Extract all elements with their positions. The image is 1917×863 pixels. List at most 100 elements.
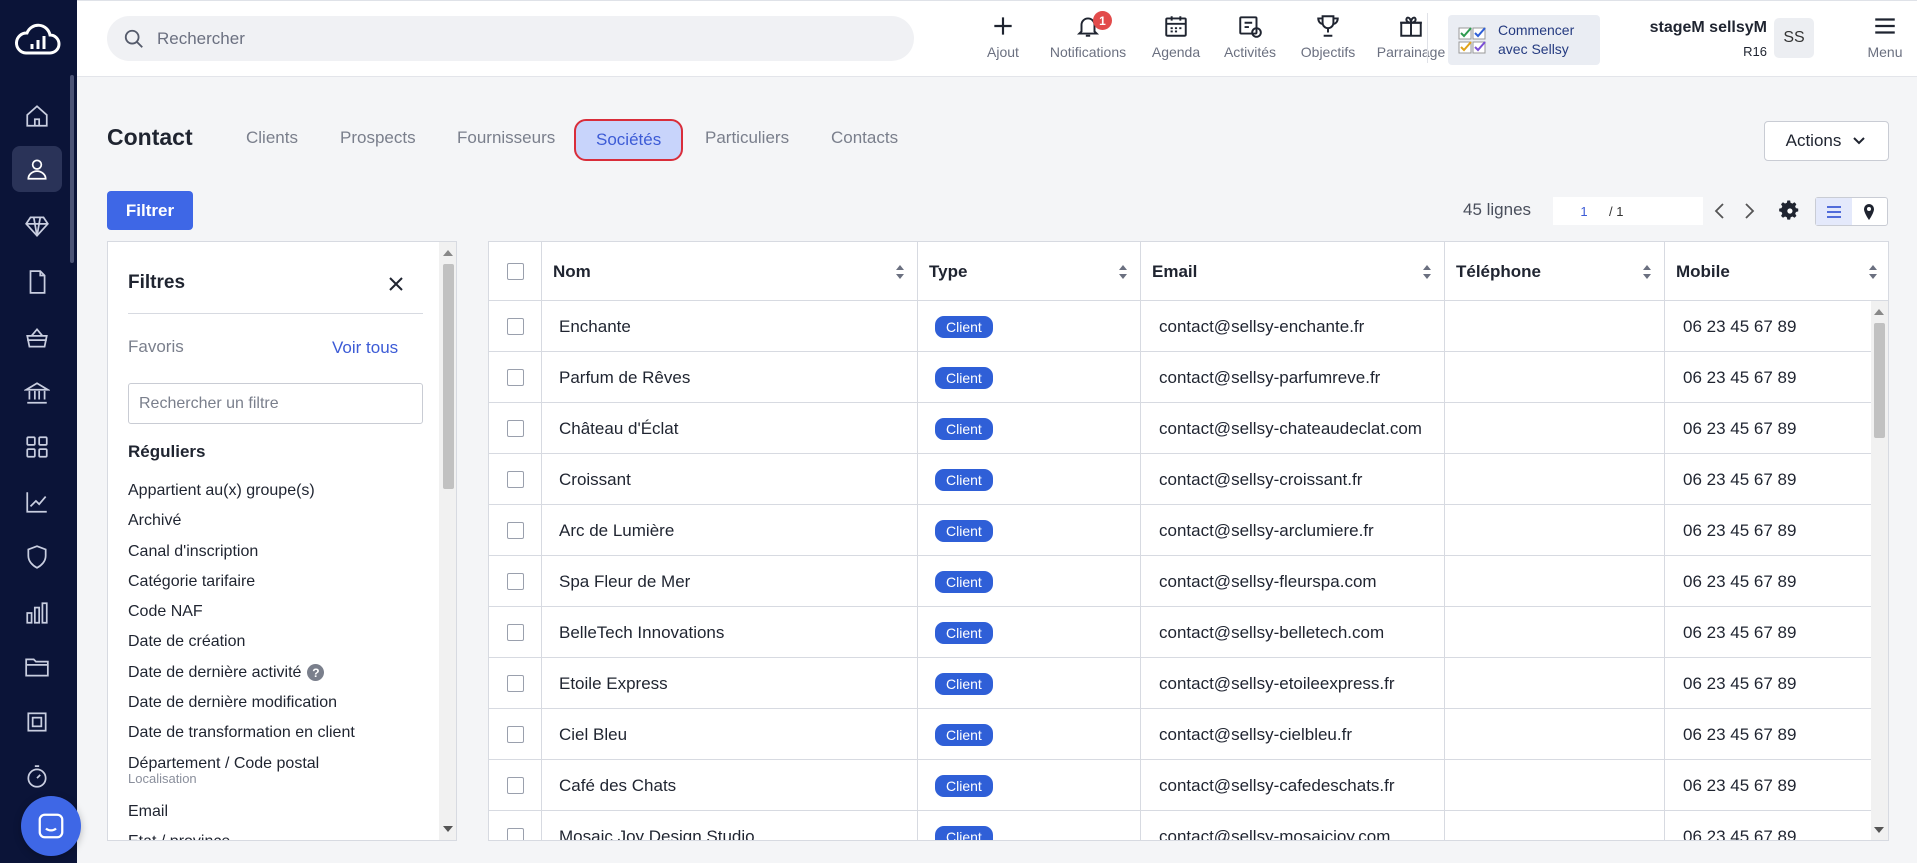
- mobile-value[interactable]: 06 23 45 67 89: [1683, 827, 1796, 841]
- sidebar-bank-icon[interactable]: [12, 370, 62, 416]
- company-name[interactable]: Ciel Bleu: [559, 725, 627, 745]
- cell-email[interactable]: contact@sellsy-chateaudeclat.com: [1141, 403, 1445, 454]
- filter-item[interactable]: Catégorie tarifaire: [128, 569, 428, 599]
- company-name[interactable]: Enchante: [559, 317, 631, 337]
- company-name[interactable]: BelleTech Innovations: [559, 623, 724, 643]
- cell-nom[interactable]: Ciel Bleu: [542, 709, 918, 760]
- referral-button[interactable]: Parrainage: [1366, 13, 1456, 60]
- filter-button[interactable]: Filtrer: [107, 191, 193, 230]
- see-all-link[interactable]: Voir tous: [332, 338, 398, 358]
- chat-support-button[interactable]: [21, 796, 81, 856]
- email-value[interactable]: contact@sellsy-cielbleu.fr: [1159, 725, 1352, 745]
- company-name[interactable]: Arc de Lumière: [559, 521, 674, 541]
- cell-email[interactable]: contact@sellsy-etoileexpress.fr: [1141, 658, 1445, 709]
- cell-mobile[interactable]: 06 23 45 67 89: [1665, 454, 1873, 505]
- filters-scrollbar[interactable]: [439, 242, 456, 840]
- sidebar-bar-chart-icon[interactable]: [12, 590, 62, 636]
- email-value[interactable]: contact@sellsy-chateaudeclat.com: [1159, 419, 1422, 439]
- sort-icon[interactable]: [1642, 264, 1652, 280]
- column-header-telephone[interactable]: Téléphone: [1445, 242, 1665, 301]
- cell-nom[interactable]: Arc de Lumière: [542, 505, 918, 556]
- search-input[interactable]: [157, 28, 857, 49]
- tab-prospects[interactable]: Prospects: [340, 128, 416, 148]
- mobile-value[interactable]: 06 23 45 67 89: [1683, 368, 1796, 388]
- cell-email[interactable]: contact@sellsy-mosaicjoy.com: [1141, 811, 1445, 841]
- page-number-input[interactable]: [1559, 203, 1609, 219]
- sort-icon[interactable]: [895, 264, 905, 280]
- tab-particuliers[interactable]: Particuliers: [705, 128, 789, 148]
- table-row[interactable]: Parfum de Rêves Client contact@sellsy-parf…: [489, 352, 1873, 403]
- email-value[interactable]: contact@sellsy-fleurspa.com: [1159, 572, 1377, 592]
- objectives-button[interactable]: Objectifs: [1283, 13, 1373, 60]
- cell-nom[interactable]: Enchante: [542, 301, 918, 352]
- cell-mobile[interactable]: 06 23 45 67 89: [1665, 505, 1873, 556]
- column-header-nom[interactable]: Nom: [542, 242, 918, 301]
- cell-telephone[interactable]: [1445, 505, 1665, 556]
- row-checkbox[interactable]: [506, 471, 524, 488]
- company-name[interactable]: Mosaic Joy Design Studio: [559, 827, 755, 841]
- cell-email[interactable]: contact@sellsy-fleurspa.com: [1141, 556, 1445, 607]
- filter-item[interactable]: Email: [128, 799, 428, 829]
- email-value[interactable]: contact@sellsy-parfumreve.fr: [1159, 368, 1380, 388]
- filter-item-last-activity[interactable]: Date de dernière activité?: [128, 660, 428, 690]
- getting-started-button[interactable]: Commencer avec Sellsy: [1448, 15, 1600, 65]
- cell-nom[interactable]: Etoile Express: [542, 658, 918, 709]
- mobile-value[interactable]: 06 23 45 67 89: [1683, 521, 1796, 541]
- column-header-type[interactable]: Type: [918, 242, 1141, 301]
- sidebar-diamond-icon[interactable]: [12, 203, 62, 249]
- scroll-down-icon[interactable]: [1874, 827, 1884, 833]
- sort-icon[interactable]: [1868, 264, 1878, 280]
- cell-telephone[interactable]: [1445, 607, 1665, 658]
- tab-fournisseurs[interactable]: Fournisseurs: [457, 128, 555, 148]
- mobile-value[interactable]: 06 23 45 67 89: [1683, 623, 1796, 643]
- table-row[interactable]: BelleTech Innovations Client contact@sells…: [489, 607, 1873, 658]
- close-icon[interactable]: [386, 274, 406, 294]
- cell-telephone[interactable]: [1445, 301, 1665, 352]
- cell-telephone[interactable]: [1445, 760, 1665, 811]
- settings-button[interactable]: [1778, 199, 1802, 223]
- filter-search-input[interactable]: [128, 383, 423, 424]
- table-row[interactable]: Ciel Bleu Client contact@sellsy-cielbleu.f…: [489, 709, 1873, 760]
- global-search[interactable]: [107, 16, 914, 61]
- filter-item[interactable]: Date de création: [128, 629, 428, 659]
- row-checkbox[interactable]: [506, 675, 524, 692]
- previous-page-button[interactable]: [1710, 199, 1730, 223]
- cell-mobile[interactable]: 06 23 45 67 89: [1665, 760, 1873, 811]
- sidebar-shield-icon[interactable]: [12, 534, 62, 580]
- cell-mobile[interactable]: 06 23 45 67 89: [1665, 403, 1873, 454]
- cell-mobile[interactable]: 06 23 45 67 89: [1665, 556, 1873, 607]
- filter-item-department[interactable]: Département / Code postal Localisation: [128, 751, 428, 799]
- cell-email[interactable]: contact@sellsy-enchante.fr: [1141, 301, 1445, 352]
- column-header-mobile[interactable]: Mobile: [1665, 242, 1888, 301]
- cell-nom[interactable]: Château d'Éclat: [542, 403, 918, 454]
- sort-icon[interactable]: [1422, 264, 1432, 280]
- scroll-down-icon[interactable]: [443, 826, 453, 832]
- cell-nom[interactable]: Mosaic Joy Design Studio: [542, 811, 918, 841]
- table-row[interactable]: Spa Fleur de Mer Client contact@sellsy-fle…: [489, 556, 1873, 607]
- cell-telephone[interactable]: [1445, 403, 1665, 454]
- sidebar-folder-icon[interactable]: [12, 644, 62, 690]
- email-value[interactable]: contact@sellsy-enchante.fr: [1159, 317, 1364, 337]
- tab-contacts[interactable]: Contacts: [831, 128, 898, 148]
- mobile-value[interactable]: 06 23 45 67 89: [1683, 674, 1796, 694]
- row-checkbox[interactable]: [506, 318, 524, 335]
- cell-nom[interactable]: Spa Fleur de Mer: [542, 556, 918, 607]
- sidebar-stamp-icon[interactable]: [12, 699, 62, 745]
- cell-email[interactable]: contact@sellsy-arclumiere.fr: [1141, 505, 1445, 556]
- sidebar-apps-icon[interactable]: [12, 424, 62, 470]
- email-value[interactable]: contact@sellsy-etoileexpress.fr: [1159, 674, 1395, 694]
- tab-societes[interactable]: Sociétés: [574, 119, 684, 161]
- scroll-up-icon[interactable]: [443, 250, 453, 256]
- cell-nom[interactable]: Parfum de Rêves: [542, 352, 918, 403]
- sidebar-document-icon[interactable]: [12, 259, 62, 305]
- table-row[interactable]: Arc de Lumière Client contact@sellsy-arclu…: [489, 505, 1873, 556]
- row-checkbox[interactable]: [506, 777, 524, 794]
- email-value[interactable]: contact@sellsy-arclumiere.fr: [1159, 521, 1374, 541]
- row-checkbox[interactable]: [506, 522, 524, 539]
- company-name[interactable]: Château d'Éclat: [559, 419, 679, 439]
- cell-nom[interactable]: Café des Chats: [542, 760, 918, 811]
- email-value[interactable]: contact@sellsy-mosaicjoy.com: [1159, 827, 1390, 841]
- cell-mobile[interactable]: 06 23 45 67 89: [1665, 352, 1873, 403]
- mobile-value[interactable]: 06 23 45 67 89: [1683, 776, 1796, 796]
- cell-telephone[interactable]: [1445, 709, 1665, 760]
